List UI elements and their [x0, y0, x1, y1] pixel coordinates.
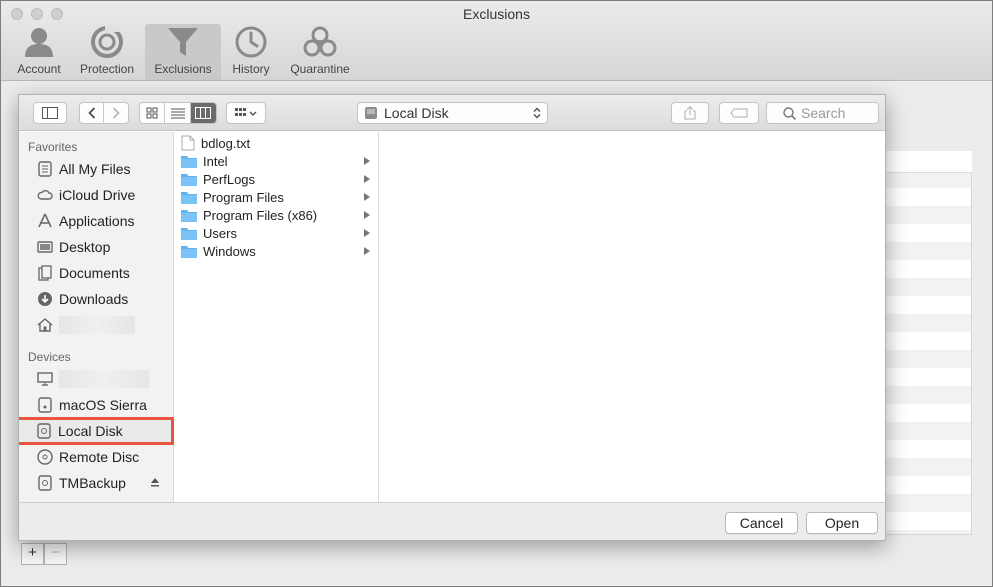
arrange-menu-button[interactable]	[226, 102, 266, 124]
devices-header: Devices	[28, 350, 71, 364]
folder-icon	[181, 191, 197, 204]
dialog-sidebar: Favorites All My Files iCloud Drive Appl…	[19, 132, 174, 502]
favorites-header: Favorites	[28, 140, 78, 154]
toolbar-protection[interactable]: Protection	[75, 24, 139, 80]
funnel-icon	[168, 28, 198, 56]
eject-icon[interactable]	[150, 477, 160, 487]
window-title: Exclusions	[463, 6, 530, 22]
folder-item-perflogs[interactable]: PerfLogs	[174, 170, 379, 188]
dialog-toolbar: Local Disk	[19, 95, 885, 131]
chevron-right-icon	[112, 107, 120, 119]
sidebar-item-tmbackup[interactable]: TMBackup	[19, 471, 174, 495]
open-button[interactable]: Open	[806, 512, 878, 534]
clock-icon	[235, 26, 267, 58]
all-files-icon	[38, 161, 52, 177]
file-column: bdlog.txt Intel PerfLogs Program Files P…	[174, 132, 379, 502]
updown-arrows-icon	[533, 107, 541, 119]
add-exclusion-button[interactable]: +	[21, 543, 44, 565]
forward-button[interactable]	[104, 103, 128, 123]
dialog-button-bar: Cancel Open	[19, 502, 885, 540]
icon-view-button[interactable]	[140, 103, 166, 123]
column-view-button[interactable]	[190, 103, 216, 123]
columns-icon	[195, 107, 212, 119]
cloud-icon	[37, 189, 53, 200]
share-icon	[684, 106, 696, 120]
disclosure-arrow-icon	[364, 193, 370, 201]
disclosure-arrow-icon	[364, 229, 370, 237]
document-file-icon	[181, 135, 195, 151]
remove-exclusion-button[interactable]: −	[44, 543, 67, 565]
sidebar-toggle-button[interactable]	[33, 102, 67, 124]
folder-item-program-files[interactable]: Program Files	[174, 188, 379, 206]
downloads-icon	[38, 292, 52, 306]
preferences-window: Exclusions Account Protection Exclusions	[0, 0, 993, 587]
home-icon	[37, 318, 53, 332]
location-popup[interactable]: Local Disk	[357, 102, 548, 124]
disk-icon	[37, 423, 51, 439]
toolbar-account[interactable]: Account	[9, 24, 69, 80]
list-view-button[interactable]	[165, 103, 191, 123]
disc-icon	[37, 449, 53, 465]
title-bar: Exclusions Account Protection Exclusions	[1, 1, 992, 81]
account-icon	[25, 28, 53, 57]
folder-icon	[181, 209, 197, 222]
back-button[interactable]	[80, 103, 105, 123]
disk-icon	[38, 397, 52, 413]
nav-buttons	[79, 102, 129, 124]
folder-icon	[181, 227, 197, 240]
sidebar-item-local-disk[interactable]: Local Disk	[19, 417, 174, 445]
disclosure-arrow-icon	[364, 247, 370, 255]
sidebar-item-remote-disc[interactable]: Remote Disc	[19, 445, 174, 469]
protection-icon	[91, 26, 123, 58]
folder-item-program-files-x86[interactable]: Program Files (x86)	[174, 206, 379, 224]
disclosure-arrow-icon	[364, 211, 370, 219]
folder-item-users[interactable]: Users	[174, 224, 379, 242]
list-buttons: + −	[21, 543, 67, 565]
tag-icon	[730, 108, 748, 118]
sidebar-item-computer[interactable]	[19, 367, 174, 391]
search-icon	[783, 106, 796, 120]
list-icon	[170, 108, 185, 119]
search-field[interactable]	[766, 102, 879, 124]
chevron-left-icon	[87, 107, 95, 119]
sidebar-item-downloads[interactable]: Downloads	[19, 287, 174, 311]
tag-button[interactable]	[719, 102, 759, 124]
toolbar-exclusions[interactable]: Exclusions	[145, 24, 221, 80]
redacted-computer-name	[59, 370, 149, 388]
folder-item-windows[interactable]: Windows	[174, 242, 379, 260]
disclosure-arrow-icon	[364, 175, 370, 183]
desktop-icon	[37, 241, 53, 253]
open-dialog: Local Disk Search Favorites All My Files…	[18, 94, 886, 541]
disk-icon	[38, 475, 52, 491]
sidebar-item-all-my-files[interactable]: All My Files	[19, 157, 174, 181]
sidebar-item-home[interactable]	[19, 313, 174, 337]
location-label: Local Disk	[384, 105, 449, 121]
sidebar-item-documents[interactable]: Documents	[19, 261, 174, 285]
arrange-icon	[235, 108, 257, 116]
documents-icon	[38, 265, 52, 281]
sidebar-item-applications[interactable]: Applications	[19, 209, 174, 233]
grid-icon	[146, 107, 158, 119]
computer-icon	[37, 372, 53, 386]
view-mode-buttons	[139, 102, 217, 124]
share-button[interactable]	[671, 102, 709, 124]
cancel-button[interactable]: Cancel	[725, 512, 798, 534]
sidebar-item-macos-sierra[interactable]: macOS Sierra	[19, 393, 174, 417]
toolbar-quarantine[interactable]: Quarantine	[285, 24, 355, 80]
folder-icon	[181, 155, 197, 168]
search-input[interactable]	[801, 105, 877, 121]
redacted-user-name	[59, 316, 135, 334]
toolbar-history[interactable]: History	[227, 24, 275, 80]
disk-icon	[365, 107, 377, 119]
sidebar-item-icloud-drive[interactable]: iCloud Drive	[19, 183, 174, 207]
sidebar-icon	[42, 107, 58, 119]
applications-icon	[38, 213, 52, 228]
file-item-bdlog[interactable]: bdlog.txt	[174, 134, 379, 152]
folder-icon	[181, 245, 197, 258]
folder-item-intel[interactable]: Intel	[174, 152, 379, 170]
biohazard-icon	[303, 26, 337, 57]
sidebar-item-desktop[interactable]: Desktop	[19, 235, 174, 259]
folder-icon	[181, 173, 197, 186]
disclosure-arrow-icon	[364, 157, 370, 165]
